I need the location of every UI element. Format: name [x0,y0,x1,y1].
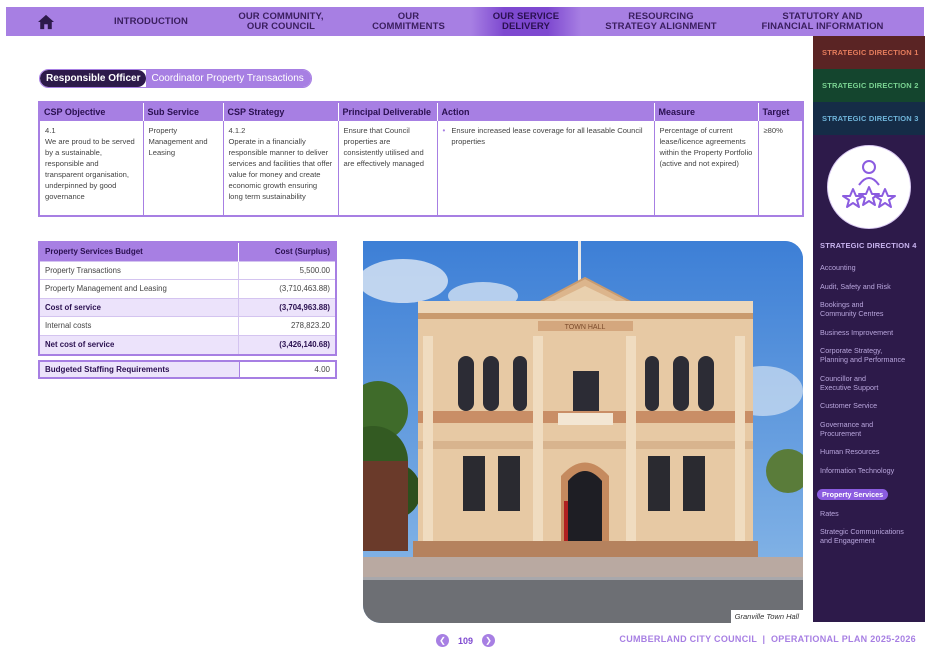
staffing-requirements: Budgeted Staffing Requirements 4.00 [38,360,337,379]
footer-title: CUMBERLAND CITY COUNCIL | OPERATIONAL PL… [619,634,916,644]
sidebar-item-audit[interactable]: Audit, Safety and Risk [820,282,923,291]
town-hall-illustration: TOWN HALL [363,241,803,623]
pagination: ❮ 109 ❯ [436,634,496,647]
header-csp-strategy: CSP Strategy [223,103,339,121]
nav-statutory[interactable]: STATUTORY AND FINANCIAL INFORMATION [741,7,904,36]
nav-our-community[interactable]: OUR COMMUNITY, OUR COUNCIL [216,7,346,36]
previous-page-button[interactable]: ❮ [436,634,449,647]
sidebar-item-corporate-strategy[interactable]: Corporate Strategy, Planning and Performa… [820,346,923,364]
home-button[interactable] [6,7,86,36]
sidebar-item-rates[interactable]: Rates [820,509,923,518]
nav-introduction[interactable]: INTRODUCTION [86,7,216,36]
staffing-label: Budgeted Staffing Requirements [40,362,239,377]
page-number: 109 [458,635,474,646]
nav-our-commitments[interactable]: OUR COMMITMENTS [346,7,471,36]
sidebar-strategic-direction-2[interactable]: STRATEGIC DIRECTION 2 [813,69,925,102]
top-navigation: INTRODUCTION OUR COMMUNITY, OUR COUNCIL O… [6,7,924,36]
sidebar-item-property-services[interactable]: Property Services [817,489,889,500]
header-action: Action [437,103,655,121]
chevron-right-icon: ❯ [485,636,492,645]
table-row: 4.1 We are proud to be served by a sustai… [40,121,802,215]
photo-caption: Granville Town Hall [730,610,803,623]
header-csp-objective: CSP Objective [40,103,144,121]
budget-header-label: Property Services Budget [40,243,238,261]
cell-deliverable: Ensure that Council properties are consi… [338,121,438,215]
budget-row: Property Management and Leasing (3,710,46… [40,279,335,298]
staffing-value: 4.00 [239,362,335,377]
cell-target: ≥80% [763,126,783,135]
budget-row-cost-of-service: Cost of service (3,704,963.88) [40,297,335,317]
strategic-direction-4-badge [827,145,911,229]
header-target: Target [758,103,802,121]
sidebar-strategic-direction-4[interactable]: STRATEGIC DIRECTION 4 [820,241,917,250]
sidebar-item-accounting[interactable]: Accounting [820,263,923,272]
responsible-officer-pill: Responsible Officer Coordinator Property… [39,69,312,88]
bullet-icon: • [442,126,446,135]
budget-row: Property Transactions 5,500.00 [40,260,335,280]
people-stars-icon [842,160,896,208]
service-table: CSP Objective Sub Service CSP Strategy P… [38,101,804,217]
cell-measure: Percentage of current lease/licence agre… [654,121,759,215]
sidebar-item-bookings[interactable]: Bookings and Community Centres [820,300,923,318]
header-measure: Measure [654,103,759,121]
next-page-button[interactable]: ❯ [482,634,496,647]
header-sub-service: Sub Service [143,103,224,121]
cell-action: • Ensure increased lease coverage for all… [437,121,655,215]
sidebar-item-councillor[interactable]: Councillor and Executive Support [820,374,923,392]
town-hall-sign: TOWN HALL [565,324,606,331]
cell-strategy: 4.1.2 Operate in a financially responsibl… [223,121,339,215]
budget-table: Property Services Budget Cost (Surplus) … [38,241,337,356]
responsible-officer-label: Responsible Officer [40,70,147,87]
sidebar-strategic-direction-1[interactable]: STRATEGIC DIRECTION 1 [813,36,925,69]
cell-sub-service: Property Management and Leasing [143,121,224,215]
nav-resourcing[interactable]: RESOURCING STRATEGY ALIGNMENT [581,7,741,36]
sidebar-item-human-resources[interactable]: Human Resources [820,447,923,456]
sidebar-item-customer-service[interactable]: Customer Service [820,401,923,410]
sidebar-item-information-technology[interactable]: Information Technology [820,466,923,475]
sidebar-item-business-improvement[interactable]: Business Improvement [820,328,923,337]
town-hall-photo: TOWN HALL Granville Town Hall [363,241,803,623]
sidebar-service-list: Accounting Audit, Safety and Risk Bookin… [817,263,923,555]
budget-row-net-cost: Net cost of service (3,426,140.68) [40,334,335,354]
responsible-officer-value: Coordinator Property Transactions [146,70,311,87]
chevron-left-icon: ❮ [439,636,446,645]
sidebar-strategic-direction-3[interactable]: STRATEGIC DIRECTION 3 [813,102,925,135]
cell-objective: 4.1 We are proud to be served by a sustai… [40,121,144,215]
budget-header-value: Cost (Surplus) [237,243,335,261]
right-sidebar: STRATEGIC DIRECTION 1 STRATEGIC DIRECTIO… [813,36,925,622]
budget-row: Internal costs 278,823.20 [40,316,335,335]
home-icon [38,14,54,29]
nav-our-service-delivery[interactable]: OUR SERVICE DELIVERY [471,7,581,36]
header-principal-deliverable: Principal Deliverable [338,103,438,121]
sidebar-item-strategic-communications[interactable]: Strategic Communications and Engagement [820,527,923,545]
sidebar-item-governance[interactable]: Governance and Procurement [820,420,923,438]
